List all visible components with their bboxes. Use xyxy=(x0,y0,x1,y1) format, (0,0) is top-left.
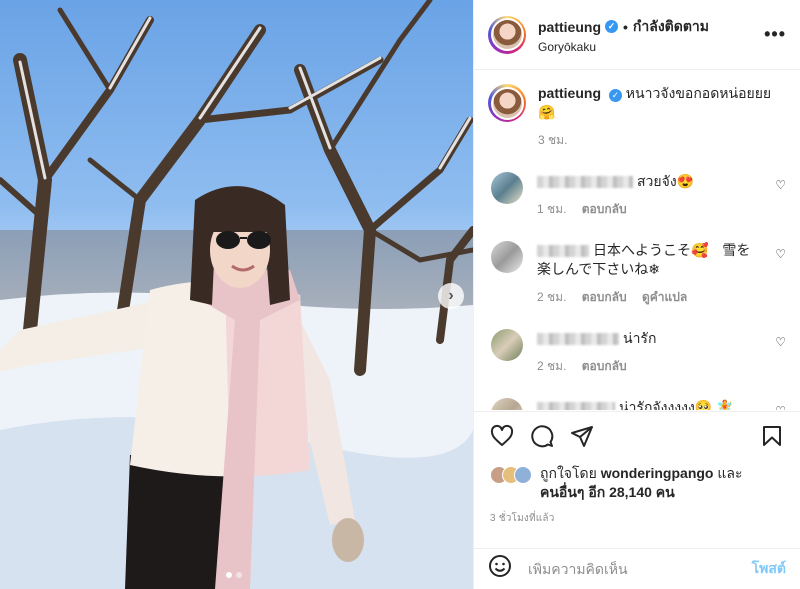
post-actions-area: ถูกใจโดย wonderingpango และ คนอื่นๆ อีก … xyxy=(474,411,800,526)
comment-time[interactable]: 2 ชม. xyxy=(537,290,566,304)
chevron-right-icon: › xyxy=(448,287,454,304)
carousel-dot xyxy=(236,572,242,578)
avatar-frame xyxy=(490,86,524,120)
author-username[interactable]: pattieung xyxy=(538,19,601,35)
comments-list[interactable]: pattieung ✓ หนาวจังขอกอดหน่อยยย🤗 3 ชม. ส… xyxy=(474,70,800,410)
comment-item: น่ารักจังงงงง🥺 🧚 ♡ xyxy=(488,398,786,410)
liker-avatar xyxy=(514,466,532,484)
posted-time[interactable]: 3 ชั่วโมงที่แล้ว xyxy=(490,511,784,526)
bookmark-icon[interactable] xyxy=(760,424,784,448)
action-bar xyxy=(490,412,784,460)
likes-summary: ถูกใจโดย wonderingpango และ คนอื่นๆ อีก … xyxy=(490,464,784,502)
caption-time[interactable]: 3 ชม. xyxy=(538,133,567,147)
comment-input[interactable] xyxy=(528,561,752,577)
commenter-avatar[interactable] xyxy=(491,241,523,273)
comment-like-heart-icon[interactable]: ♡ xyxy=(775,404,786,410)
comment-like-heart-icon[interactable]: ♡ xyxy=(775,335,786,349)
instagram-post-modal: › pattieung ✓ • กำลังติดตาม Goryōkaku ••… xyxy=(0,0,800,589)
verified-badge-icon: ✓ xyxy=(605,20,618,33)
likes-others-count[interactable]: คนอื่นๆ อีก 28,140 คน xyxy=(540,484,675,500)
heart-icon[interactable] xyxy=(490,424,514,448)
comment-meta: 1 ชม. ตอบกลับ xyxy=(537,200,764,219)
emoji-icon[interactable] xyxy=(488,554,514,584)
commenter-avatar[interactable] xyxy=(491,329,523,361)
caption-meta: 3 ชม. xyxy=(538,131,786,150)
comment-time[interactable]: 1 ชม. xyxy=(537,202,566,216)
add-comment-bar: โพสต์ xyxy=(474,548,800,589)
likes-prefix: ถูกใจโดย xyxy=(540,465,597,481)
post-comment-button[interactable]: โพสต์ xyxy=(752,558,786,580)
blurred-username xyxy=(537,176,633,189)
photo-scene xyxy=(0,0,473,589)
header-top-line: pattieung ✓ • กำลังติดตาม xyxy=(538,16,764,38)
next-photo-button[interactable]: › xyxy=(438,283,464,309)
comment-meta: 2 ชม. ตอบกลับ xyxy=(537,357,764,376)
header-text: pattieung ✓ • กำลังติดตาม Goryōkaku xyxy=(538,16,764,54)
comment-body: น่ารักจังงงงง🥺 🧚 xyxy=(537,398,786,410)
carousel-dot xyxy=(226,572,232,578)
comment-text: สวยจัง😍 xyxy=(637,173,695,189)
comment-like-heart-icon[interactable]: ♡ xyxy=(775,247,786,261)
reply-button[interactable]: ตอบกลับ xyxy=(582,202,627,216)
post-caption: pattieung ✓ หนาวจังขอกอดหน่อยยย🤗 3 ชม. xyxy=(488,84,786,150)
blurred-username xyxy=(537,402,615,410)
comment-item: สวยจัง😍 1 ชม. ตอบกลับ ♡ xyxy=(488,172,786,219)
comment-body: 日本へようこそ🥰 雪を楽しんで下さいね❄ 2 ชม. ตอบกลับ ดูคำแ… xyxy=(537,241,786,307)
comment-body: น่ารัก 2 ชม. ตอบกลับ xyxy=(537,329,786,376)
comment-item: 日本へようこそ🥰 雪を楽しんで下さいね❄ 2 ชม. ตอบกลับ ดูคำแ… xyxy=(488,241,786,307)
post-photo[interactable]: › xyxy=(0,0,473,589)
comment-text: น่ารัก xyxy=(623,330,657,346)
likes-conjunction: และ xyxy=(717,465,743,481)
comment-time[interactable]: 2 ชม. xyxy=(537,359,566,373)
comment-body: สวยจัง😍 1 ชม. ตอบกลับ xyxy=(537,172,786,219)
separator-dot: • xyxy=(623,18,628,35)
avatar-image xyxy=(492,88,522,118)
liker-username[interactable]: wonderingpango xyxy=(601,465,714,481)
reply-button[interactable]: ตอบกลับ xyxy=(582,359,627,373)
caption-body: pattieung ✓ หนาวจังขอกอดหน่อยยย🤗 3 ชม. xyxy=(538,84,786,150)
author-avatar[interactable] xyxy=(488,15,526,54)
avatar-frame xyxy=(490,18,524,51)
caption-username[interactable]: pattieung xyxy=(538,85,601,101)
commenter-avatar[interactable] xyxy=(491,172,523,204)
comment-item: น่ารัก 2 ชม. ตอบกลับ ♡ xyxy=(488,329,786,376)
liker-avatars xyxy=(490,466,532,484)
see-translation-button[interactable]: ดูคำแปล xyxy=(642,290,687,304)
following-button[interactable]: กำลังติดตาม xyxy=(633,16,709,38)
comment-meta: 2 ชม. ตอบกลับ ดูคำแปล xyxy=(537,288,764,307)
post-header: pattieung ✓ • กำลังติดตาม Goryōkaku ••• xyxy=(474,0,800,70)
carousel-indicator xyxy=(226,572,242,578)
share-icon[interactable] xyxy=(570,424,594,448)
avatar-image xyxy=(492,20,522,49)
more-options-icon[interactable]: ••• xyxy=(764,24,786,45)
blurred-username xyxy=(537,333,619,346)
comment-icon[interactable] xyxy=(530,424,554,448)
caption-avatar[interactable] xyxy=(488,84,526,122)
blurred-username xyxy=(537,245,589,258)
reply-button[interactable]: ตอบกลับ xyxy=(582,290,627,304)
comment-like-heart-icon[interactable]: ♡ xyxy=(775,178,786,192)
verified-badge-icon: ✓ xyxy=(608,89,622,102)
commenter-avatar[interactable] xyxy=(491,398,523,410)
likes-text: ถูกใจโดย wonderingpango และ คนอื่นๆ อีก … xyxy=(540,464,742,502)
post-side-panel: pattieung ✓ • กำลังติดตาม Goryōkaku ••• … xyxy=(473,0,800,589)
location-link[interactable]: Goryōkaku xyxy=(538,40,764,54)
comment-text: น่ารักจังงงงง🥺 🧚 xyxy=(619,399,734,410)
